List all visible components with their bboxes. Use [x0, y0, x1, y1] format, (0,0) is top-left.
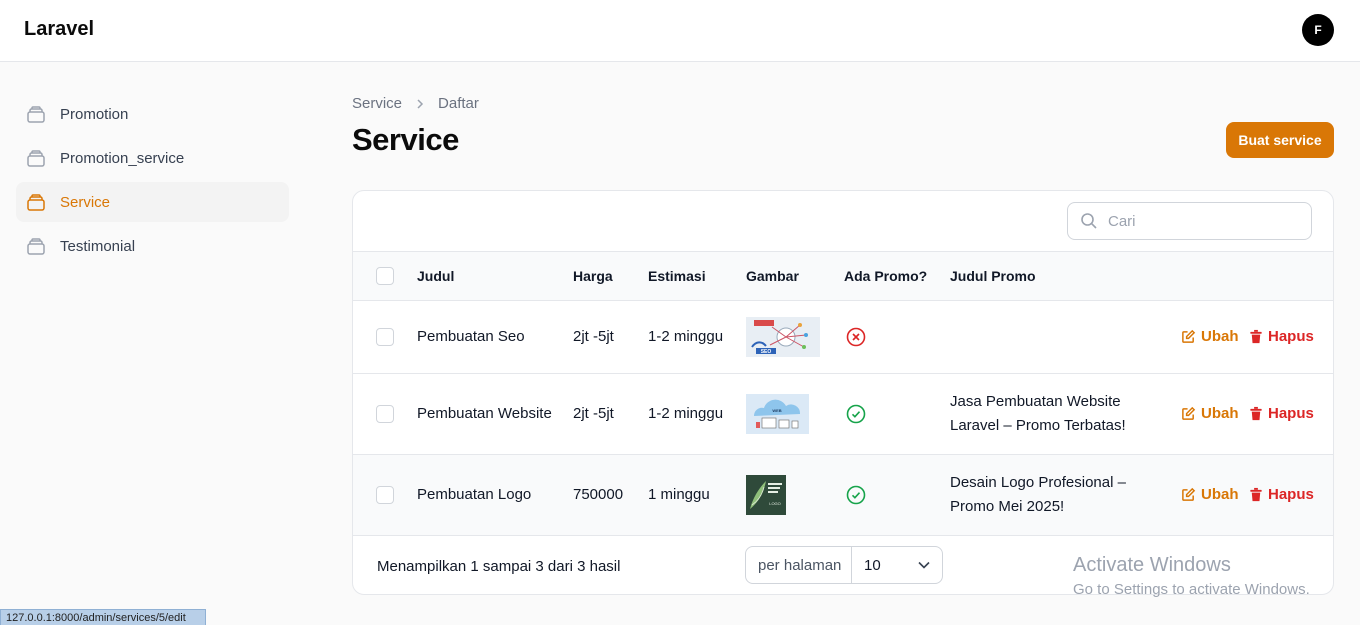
- column-header-gambar: Gambar: [746, 268, 799, 284]
- search-input[interactable]: [1108, 212, 1288, 230]
- per-page-value: 10: [864, 556, 881, 574]
- per-page-select[interactable]: per halaman 10: [745, 546, 943, 584]
- edit-label: Ubah: [1201, 486, 1239, 503]
- table-header: Judul Harga Estimasi Gambar Ada Promo? J…: [353, 251, 1333, 301]
- table-row[interactable]: Pembuatan Seo 2jt -5jt 1-2 minggu SEO Ub…: [353, 301, 1333, 374]
- column-header-estimasi[interactable]: Estimasi: [648, 268, 706, 284]
- column-header-judul[interactable]: Judul: [417, 268, 454, 284]
- sidebar: Promotion Promotion_service Service Test…: [16, 94, 289, 270]
- delete-button[interactable]: Hapus: [1249, 405, 1314, 422]
- trash-icon: [1250, 487, 1262, 502]
- trash-icon: [1250, 406, 1262, 421]
- edit-button[interactable]: Ubah: [1181, 328, 1239, 345]
- pencil-square-icon: [1182, 406, 1196, 420]
- pencil-square-icon: [1182, 487, 1196, 501]
- sidebar-item-promotion-service[interactable]: Promotion_service: [16, 138, 289, 178]
- promo-title-line: Laravel – Promo Terbatas!: [950, 417, 1126, 434]
- promo-title-line: Jasa Pembuatan Website: [950, 393, 1121, 410]
- services-table-card: Judul Harga Estimasi Gambar Ada Promo? J…: [352, 190, 1334, 595]
- sidebar-item-label: Promotion_service: [60, 149, 185, 167]
- cell-judul: Pembuatan Seo: [417, 328, 525, 345]
- watermark-title: Activate Windows: [1073, 554, 1231, 576]
- sidebar-item-label: Service: [60, 193, 111, 211]
- select-all-checkbox[interactable]: [376, 267, 394, 285]
- rectangle-stack-icon: [26, 148, 46, 168]
- edit-label: Ubah: [1201, 328, 1239, 345]
- cell-harga: 2jt -5jt: [573, 328, 614, 345]
- service-image-thumbnail: LOGO: [746, 475, 786, 520]
- column-header-harga[interactable]: Harga: [573, 268, 613, 284]
- row-checkbox[interactable]: [376, 405, 394, 423]
- table-row[interactable]: Pembuatan Logo 750000 1 minggu LOGO Desa…: [353, 455, 1333, 536]
- thumbnail-text: WEB: [772, 408, 781, 413]
- thumbnail-text: SEO: [761, 349, 772, 355]
- user-avatar[interactable]: F: [1302, 14, 1334, 46]
- cell-harga: 750000: [573, 486, 624, 503]
- cell-judul-promo: Desain Logo Profesional – Promo Mei 2025…: [950, 471, 1150, 519]
- per-page-dropdown[interactable]: 10: [852, 547, 942, 583]
- breadcrumb: Service Daftar: [352, 95, 479, 112]
- rectangle-stack-icon: [26, 236, 46, 256]
- thumbnail-text: LOGO: [769, 501, 781, 506]
- page-title: Service: [352, 122, 459, 157]
- sidebar-item-service[interactable]: Service: [16, 182, 289, 222]
- brand-logo[interactable]: Laravel: [24, 18, 94, 41]
- trash-icon: [1250, 329, 1262, 344]
- check-circle-icon: [846, 404, 866, 428]
- delete-label: Hapus: [1268, 486, 1314, 503]
- edit-button[interactable]: Ubah: [1181, 486, 1239, 503]
- windows-activation-watermark: Activate Windows Go to Settings to activ…: [1073, 554, 1310, 598]
- cell-estimasi: 1-2 minggu: [648, 405, 724, 422]
- row-checkbox[interactable]: [376, 328, 394, 346]
- delete-label: Hapus: [1268, 328, 1314, 345]
- search-field[interactable]: [1067, 202, 1312, 240]
- breadcrumb-parent[interactable]: Service: [352, 95, 402, 112]
- rectangle-stack-icon: [26, 192, 46, 212]
- delete-label: Hapus: [1268, 405, 1314, 422]
- cell-harga: 2jt -5jt: [573, 405, 614, 422]
- search-icon: [1080, 212, 1098, 230]
- table-row[interactable]: Pembuatan Website 2jt -5jt 1-2 minggu WE…: [353, 374, 1333, 455]
- sidebar-item-testimonial[interactable]: Testimonial: [16, 226, 289, 266]
- column-header-judul-promo[interactable]: Judul Promo: [950, 268, 1036, 284]
- service-image-thumbnail: SEO: [746, 317, 820, 362]
- check-circle-icon: [846, 485, 866, 509]
- pagination-summary: Menampilkan 1 sampai 3 dari 3 hasil: [377, 558, 621, 575]
- breadcrumb-current: Daftar: [438, 95, 479, 112]
- cell-judul-promo: Jasa Pembuatan Website Laravel – Promo T…: [950, 390, 1150, 438]
- edit-button[interactable]: Ubah: [1181, 405, 1239, 422]
- cell-estimasi: 1 minggu: [648, 486, 710, 503]
- cell-estimasi: 1-2 minggu: [648, 328, 724, 345]
- chevron-down-icon: [918, 561, 930, 569]
- promo-title-line: Desain Logo Profesional –: [950, 474, 1126, 491]
- column-header-ada-promo[interactable]: Ada Promo?: [844, 268, 927, 284]
- sidebar-item-promotion[interactable]: Promotion: [16, 94, 289, 134]
- promo-title-line: Promo Mei 2025!: [950, 498, 1065, 515]
- delete-button[interactable]: Hapus: [1249, 328, 1314, 345]
- service-image-thumbnail: WEB: [746, 394, 809, 439]
- sidebar-item-label: Testimonial: [60, 237, 136, 255]
- top-navbar: Laravel F: [0, 0, 1360, 62]
- create-service-button[interactable]: Buat service: [1226, 122, 1334, 158]
- row-checkbox[interactable]: [376, 486, 394, 504]
- cell-judul: Pembuatan Website: [417, 405, 552, 422]
- x-circle-icon: [846, 327, 866, 351]
- sidebar-item-label: Promotion: [60, 105, 129, 123]
- watermark-subtitle: Go to Settings to activate Windows.: [1073, 581, 1310, 598]
- chevron-right-icon: [414, 98, 426, 110]
- rectangle-stack-icon: [26, 104, 46, 124]
- pencil-square-icon: [1182, 329, 1196, 343]
- delete-button[interactable]: Hapus: [1249, 486, 1314, 503]
- browser-status-url: 127.0.0.1:8000/admin/services/5/edit: [0, 609, 206, 625]
- cell-judul: Pembuatan Logo: [417, 486, 532, 503]
- edit-label: Ubah: [1201, 405, 1239, 422]
- per-page-label: per halaman: [746, 547, 852, 583]
